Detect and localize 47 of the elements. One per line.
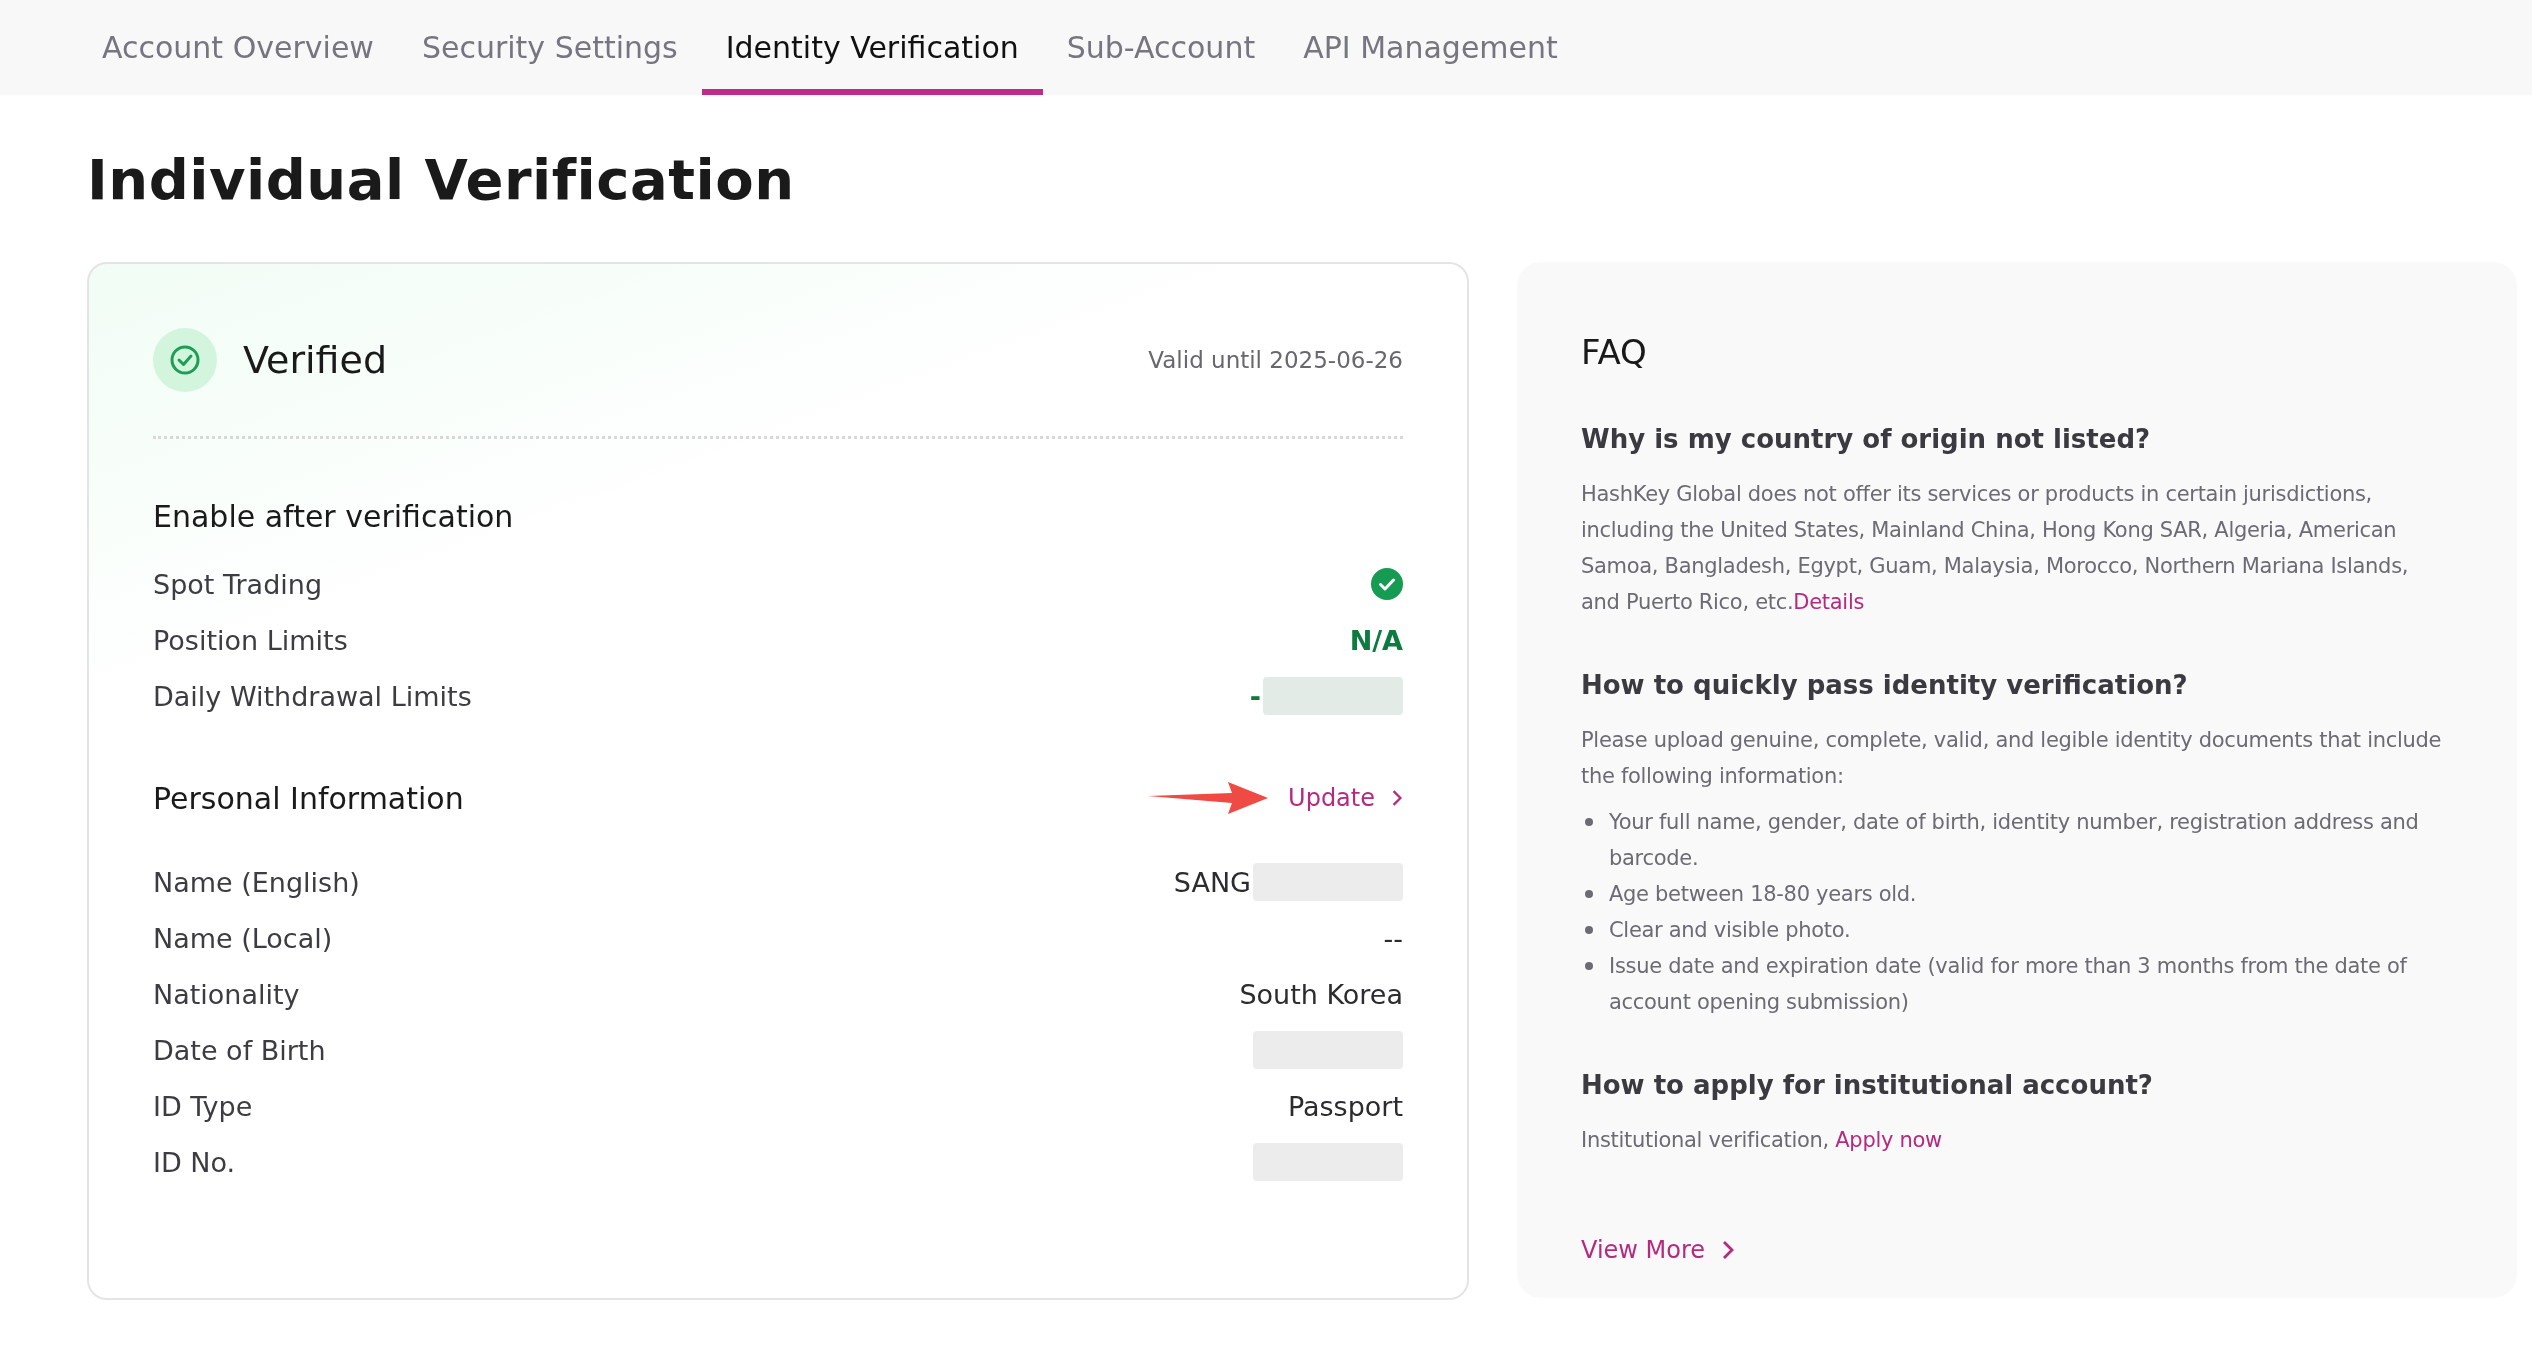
faq-answer: Please upload genuine, complete, valid, and legible identity documents that include the following information: [1581,727,2443,790]
bullet-icon [1585,818,1593,826]
page-title: Individual Verification [87,147,796,212]
bullet-icon [1585,962,1593,970]
row-value: N/A [1349,624,1403,656]
row-label: ID Type [153,1090,253,1122]
text-link[interactable]: Apply now [1835,1128,1942,1152]
faq-question: How to apply for institutional account? [1581,1070,2154,1100]
update-link[interactable]: Update [1288,784,1403,812]
list-item: Your full name, gender, date of birth, identity number, registration address and barcode. [1609,809,2420,872]
row-label: Position Limits [153,624,348,656]
chevron-right-icon [1391,789,1403,807]
tab[interactable]: Identity Verification [701,0,1043,95]
faq-question: How to quickly pass identity verification? [1581,670,2189,700]
row-label: Spot Trading [153,568,323,600]
row-label: ID No. [153,1146,236,1178]
text-link[interactable]: Details [1793,590,1865,614]
row-label: Name (English) [153,866,360,898]
row-label: Name (Local) [153,922,333,954]
list-item: Clear and visible photo. [1609,917,1851,944]
tab[interactable]: Sub-Account [1042,0,1280,95]
list-item: Age between 18-80 years old. [1609,881,1917,908]
check-circle-icon [1371,568,1403,600]
row-value: South Korea [1239,978,1403,1010]
section-title: Enable after verification [153,499,515,534]
status-label: Verified [243,338,388,382]
row-value: - [1249,680,1261,712]
faq-answer: Institutional verification, Apply now [1581,1127,1943,1154]
tab[interactable]: Security Settings [397,0,702,95]
tab[interactable]: Account Overview [100,0,398,95]
valid-until-text: Valid until 2025-06-26 [1148,347,1403,373]
row-label: Date of Birth [153,1034,326,1066]
row-label: Daily Withdrawal Limits [153,680,472,712]
view-more-link[interactable]: View More [1581,1236,1736,1264]
row-label: Nationality [153,978,300,1010]
row-value: -- [1383,922,1403,954]
row-value: Passport [1287,1090,1403,1122]
bullet-icon [1585,926,1593,934]
bullet-icon [1585,890,1593,898]
faq-question: Why is my country of origin not listed? [1581,424,2152,454]
faq-title: FAQ [1581,332,1648,372]
tab[interactable]: API Management [1279,0,1582,95]
chevron-right-icon [1721,1240,1736,1260]
row-value: SANG [1173,866,1251,898]
list-item: Issue date and expiration date (valid for more than 3 months from the date of account opening submission) [1609,953,2409,1016]
section-title: Personal Information [153,780,464,816]
faq-answer: HashKey Global does not offer its services or products in certain jurisdictions, including the United States, Mainland China, Hong Kong SAR, Algeria, American Samoa, Bangladesh, Egypt, Guam, Malaysia, Morocco, Northern Mariana Islands, and Puerto Rico, etc.Details [1581,481,2410,616]
